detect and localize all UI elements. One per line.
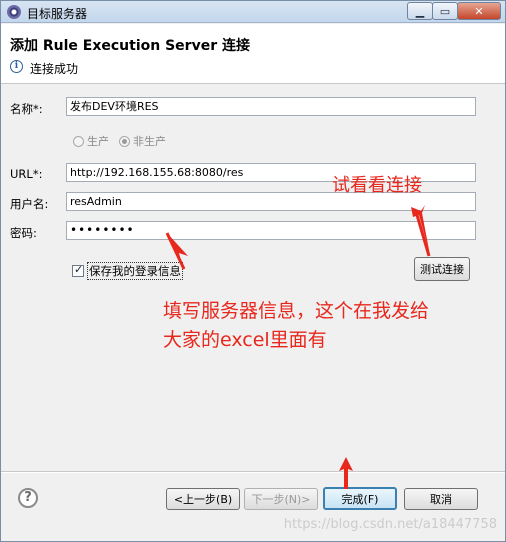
dialog-window: 目标服务器 ▁ ▭ ✕ 添加 Rule Execution Server 连接 … xyxy=(0,0,506,542)
watermark: https://blog.csdn.net/a18447758 xyxy=(283,517,497,532)
annotation-arrows xyxy=(165,205,431,489)
arrow-to-finish-button xyxy=(339,457,353,489)
